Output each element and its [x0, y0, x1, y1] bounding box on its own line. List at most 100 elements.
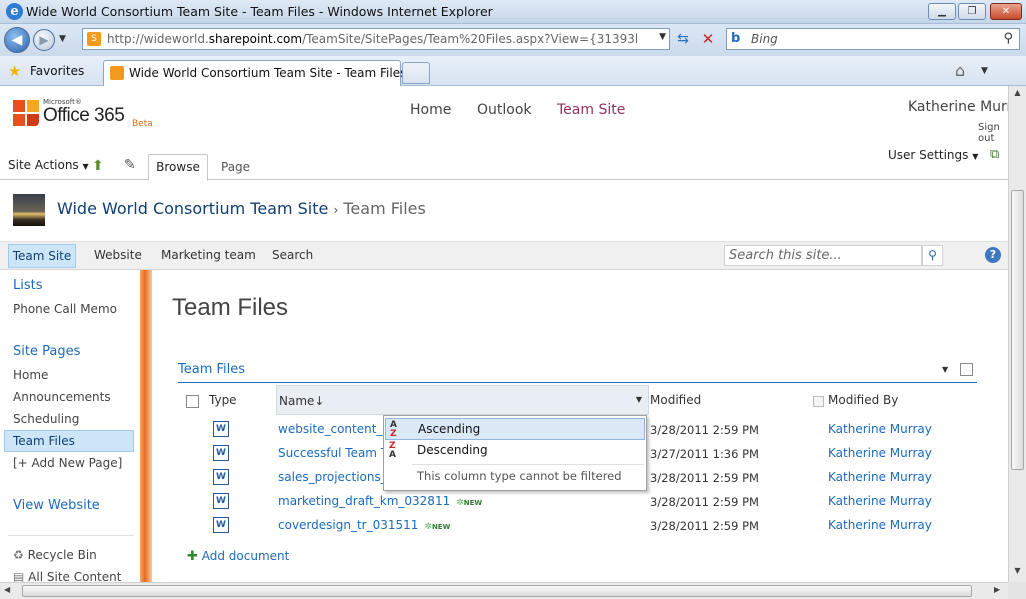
scroll-up-icon[interactable]: ▲: [1011, 88, 1024, 101]
select-all-checkbox[interactable]: [186, 395, 199, 408]
vertical-scroll-thumb[interactable]: [1011, 190, 1024, 470]
table-row-modified-by[interactable]: Katherine Murray: [828, 518, 932, 532]
word-doc-icon[interactable]: W: [213, 445, 229, 461]
new-badge: ✲NEW: [424, 522, 451, 532]
scroll-down-icon[interactable]: ▼: [1011, 566, 1024, 579]
add-document-link[interactable]: ✚ Add document: [187, 549, 289, 564]
minimize-button[interactable]: ▁: [928, 3, 956, 20]
table-row-modified-by[interactable]: Katherine Murray: [828, 446, 932, 460]
back-button[interactable]: ◀: [4, 27, 30, 53]
chevron-down-icon: ▼: [82, 162, 89, 171]
tab-page[interactable]: Page: [221, 160, 250, 174]
table-row-modified-by[interactable]: Katherine Murray: [828, 422, 932, 436]
new-tab-button[interactable]: [402, 62, 430, 84]
all-site-content-link[interactable]: ▤ All Site Content: [13, 570, 121, 582]
table-row-name[interactable]: website_content_r: [278, 422, 387, 436]
top-link-marketing-team[interactable]: Marketing team: [161, 248, 256, 262]
horizontal-scrollbar[interactable]: ◀ ▶: [0, 582, 1008, 599]
navigate-up-icon[interactable]: ⬆: [92, 158, 104, 174]
breadcrumb-current: Team Files: [343, 199, 426, 218]
webpart-title[interactable]: Team Files: [178, 362, 245, 377]
url-domain: sharepoint.com: [208, 32, 303, 46]
site-actions-menu[interactable]: Site Actions ▼: [8, 158, 89, 172]
nav-item-team-files[interactable]: Team Files: [13, 434, 75, 448]
view-website-link[interactable]: View Website: [13, 498, 100, 513]
nav-heading-site-pages[interactable]: Site Pages: [13, 344, 80, 359]
browser-tab[interactable]: Wide World Consortium Team Site - Team F…: [103, 60, 406, 86]
top-nav-home[interactable]: Home: [410, 102, 451, 118]
site-search-input[interactable]: Search this site...: [724, 245, 922, 266]
user-settings-menu[interactable]: User Settings ▼: [888, 148, 978, 162]
scroll-left-icon[interactable]: ◀: [4, 585, 10, 594]
ie-logo-icon: e: [6, 3, 23, 20]
compatibility-refresh-icon[interactable]: ⇆: [672, 29, 694, 49]
breadcrumb-site[interactable]: Wide World Consortium Team Site: [57, 199, 328, 218]
filter-unavailable-note: This column type cannot be filtered: [417, 469, 622, 483]
recycle-bin-link[interactable]: ♻ Recycle Bin: [13, 548, 97, 562]
nav-item-add-new-page[interactable]: [+ Add New Page]: [13, 456, 122, 470]
top-nav-outlook[interactable]: Outlook: [477, 102, 532, 118]
decorative-divider: [140, 270, 152, 582]
search-icon[interactable]: ⚲: [922, 245, 943, 266]
user-name[interactable]: Katherine Murray: [908, 99, 1008, 115]
top-nav-team-site[interactable]: Team Site: [557, 102, 625, 118]
table-row-name[interactable]: coverdesign_tr_031511 ✲NEW: [278, 518, 450, 532]
nav-item-announcements[interactable]: Announcements: [13, 390, 111, 404]
tab-browse[interactable]: Browse: [148, 154, 208, 181]
address-input[interactable]: S http://wideworld.sharepoint.com/TeamSi…: [82, 28, 670, 50]
favorites-button[interactable]: Favorites: [30, 64, 84, 78]
horizontal-scroll-thumb[interactable]: [22, 585, 972, 597]
table-row-modified-by[interactable]: Katherine Murray: [828, 494, 932, 508]
top-link-search[interactable]: Search: [272, 248, 313, 262]
sort-descending-label: Descending: [417, 443, 488, 457]
chevron-down-icon: ▼: [972, 152, 979, 161]
history-dropdown-icon[interactable]: ▼: [59, 34, 66, 44]
word-doc-icon[interactable]: W: [213, 493, 229, 509]
scroll-right-icon[interactable]: ▶: [994, 585, 1000, 594]
stop-icon[interactable]: ✕: [697, 29, 719, 49]
table-row-modified-by[interactable]: Katherine Murray: [828, 470, 932, 484]
table-row-name[interactable]: sales_projections_: [278, 470, 387, 484]
nav-item-scheduling[interactable]: Scheduling: [13, 412, 79, 426]
bing-search-input[interactable]: b Bing ⚲: [726, 28, 1020, 50]
top-link-team-site[interactable]: Team Site: [8, 244, 76, 268]
share-icon[interactable]: ⧉: [990, 147, 999, 162]
webpart-menu-icon[interactable]: ▼: [942, 365, 948, 374]
search-icon[interactable]: ⚲: [1003, 31, 1013, 46]
sign-out-link[interactable]: Sign out: [978, 122, 1008, 144]
vertical-scrollbar[interactable]: ▲ ▼: [1008, 86, 1026, 582]
new-badge-label: NEW: [463, 499, 483, 507]
close-window-button[interactable]: ✕: [990, 3, 1022, 20]
webpart-select-checkbox[interactable]: [960, 363, 973, 376]
forward-button[interactable]: ▶: [33, 29, 55, 51]
sort-descending-icon: ZA: [389, 441, 396, 460]
table-row-name[interactable]: marketing_draft_km_032811 ✲NEW: [278, 494, 482, 508]
site-favicon-icon: S: [87, 32, 101, 46]
column-menu-dropdown-icon[interactable]: ▼: [632, 395, 646, 407]
word-doc-icon[interactable]: W: [213, 421, 229, 437]
table-row-modified: 3/28/2011 2:59 PM: [650, 495, 759, 509]
word-doc-icon[interactable]: W: [213, 517, 229, 533]
nav-heading-lists[interactable]: Lists: [13, 278, 43, 293]
sort-ascending-label: Ascending: [418, 422, 481, 436]
page-viewport: Microsoft® Office 365 Beta Home Outlook …: [0, 86, 1008, 582]
nav-item-phone-call-memo[interactable]: Phone Call Memo: [13, 302, 117, 316]
sort-descending-option[interactable]: ZA Descending: [385, 440, 645, 462]
address-dropdown-icon[interactable]: ▼: [659, 32, 666, 42]
column-header-name[interactable]: Name↓ ▼: [276, 385, 649, 415]
favorites-star-icon[interactable]: ★: [8, 62, 21, 80]
help-icon[interactable]: ?: [985, 247, 1001, 263]
nav-item-home[interactable]: Home: [13, 368, 48, 382]
maximize-button[interactable]: ❐: [958, 3, 986, 20]
column-header-modified-by[interactable]: Modified By: [828, 393, 898, 407]
word-doc-icon[interactable]: W: [213, 469, 229, 485]
table-row-name[interactable]: Successful Team T: [278, 446, 388, 460]
home-dropdown-icon[interactable]: ▼: [981, 66, 988, 76]
top-link-website[interactable]: Website: [94, 248, 142, 262]
site-logo-image[interactable]: [13, 194, 45, 226]
column-header-modified[interactable]: Modified: [650, 393, 701, 407]
home-icon[interactable]: ⌂: [955, 61, 965, 80]
sort-ascending-option[interactable]: AZ Ascending: [385, 418, 645, 440]
edit-page-icon[interactable]: ✎: [124, 157, 136, 173]
column-header-type[interactable]: Type: [209, 393, 237, 407]
